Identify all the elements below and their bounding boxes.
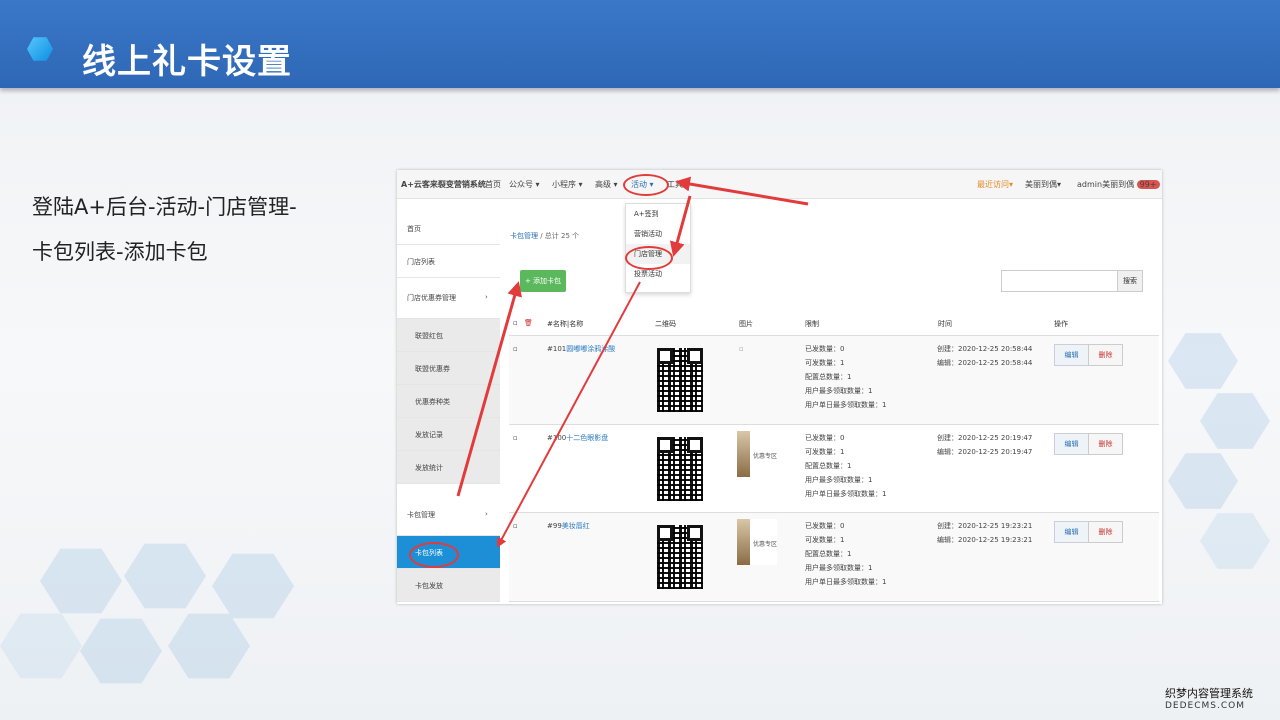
instruction-line: 登陆A+后台-活动-门店管理-	[32, 195, 297, 219]
row-checkbox[interactable]: ▫	[513, 519, 518, 533]
table-row: ▫ #101圆嘟嘟涂鸦涂酸 ▫ 已发数量：0 可发数量：1 配置总数量：1 用户最多领…	[509, 335, 1159, 424]
decor-hexagon	[1168, 333, 1238, 389]
instruction-text: 登陆A+后台-活动-门店管理- 卡包列表-添加卡包	[32, 185, 297, 275]
highlight-ring-activity	[623, 174, 669, 196]
decor-hexagon	[212, 553, 294, 619]
nav-official-account[interactable]: 公众号 ▾	[509, 179, 540, 190]
limit-info: 已发数量：0 可发数量：1 配置总数量：1 用户最多领取数量：1 用户单日最多领取数量：…	[805, 345, 887, 409]
user-name: admin美丽到偶	[1077, 180, 1135, 189]
menu-item-marketing[interactable]: 营销活动	[626, 224, 690, 244]
table-row: ▫ #99美妆唇红 优惠专区 已发数量：0 可发数量：1 配置总数量：1 用户最多领取…	[509, 512, 1159, 602]
search-button[interactable]: 搜索	[1117, 270, 1143, 292]
slide-header: 线上礼卡设置	[0, 0, 1280, 88]
chevron-right-icon: ›	[485, 510, 488, 518]
sidebar-item-coupon-management[interactable]: 门店优惠券管理 ›	[397, 278, 500, 319]
instruction-line: 卡包列表-添加卡包	[32, 240, 208, 264]
decor-hexagon	[0, 613, 82, 679]
limit-info: 已发数量：0 可发数量：1 配置总数量：1 用户最多领取数量：1 用户单日最多领取数量：…	[805, 522, 887, 586]
row-name-link[interactable]: 美妆唇红	[562, 522, 590, 530]
decor-hexagon	[1200, 513, 1270, 569]
highlight-ring-store-management	[625, 246, 673, 270]
time-info: 创建：2020-12-25 20:58:44 编辑：2020-12-25 20:5…	[937, 345, 1033, 367]
delete-button[interactable]: 删除	[1088, 433, 1123, 455]
sidebar-item-issue-stats[interactable]: 发放统计	[397, 451, 500, 484]
slide-title: 线上礼卡设置	[82, 42, 292, 82]
sidebar-item-home[interactable]: 首页	[397, 212, 500, 245]
menu-item-checkin[interactable]: A+签到	[626, 204, 690, 224]
sidebar-item-card-issue[interactable]: 卡包发放	[397, 569, 500, 602]
row-name: #100十二色眼影盘	[547, 434, 609, 442]
row-checkbox[interactable]: ▫	[513, 431, 518, 445]
watermark: 织梦内容管理系统 DEDECMS.COM	[1165, 685, 1277, 711]
recent-visits[interactable]: 最近访问▾	[977, 179, 1013, 190]
sidebar-item-alliance-redpacket[interactable]: 联盟红包	[397, 319, 500, 352]
search-input[interactable]	[1001, 270, 1118, 292]
delete-button[interactable]: 删除	[1088, 344, 1123, 366]
user-menu[interactable]: admin美丽到偶 99+	[1077, 179, 1160, 190]
decor-hexagon	[40, 548, 122, 614]
brand-name[interactable]: A+云客来裂变营销系统	[401, 179, 486, 190]
row-name-link[interactable]: 十二色眼影盘	[566, 434, 608, 442]
trash-icon[interactable]: 🗑	[524, 319, 533, 327]
edit-button[interactable]: 编辑	[1054, 521, 1089, 543]
watermark-line1: 织梦内容管理系统	[1165, 687, 1253, 700]
decor-hexagon	[80, 618, 162, 684]
row-name: #99美妆唇红	[547, 522, 590, 530]
decor-hexagon	[1200, 393, 1270, 449]
chevron-right-icon: ›	[485, 293, 488, 301]
add-card-package-button[interactable]: + 添加卡包	[520, 270, 566, 292]
time-info: 创建：2020-12-25 20:19:47 编辑：2020-12-25 20:1…	[937, 434, 1033, 456]
time-info: 创建：2020-12-25 19:23:21 编辑：2020-12-25 19:2…	[937, 522, 1033, 544]
watermark-line2: DEDECMS.COM	[1165, 701, 1245, 711]
card-image: 优惠专区	[737, 431, 777, 477]
row-checkbox[interactable]: ▫	[513, 342, 518, 356]
qr-code-image	[657, 525, 703, 589]
decor-hexagon	[168, 613, 250, 679]
store-switcher[interactable]: 美丽到偶▾	[1025, 179, 1061, 190]
sidebar-item-card-package[interactable]: 卡包管理 ›	[397, 495, 500, 536]
nav-home[interactable]: 首页	[485, 179, 501, 190]
table-row: ▫ #100十二色眼影盘 优惠专区 已发数量：0 可发数量：1 配置总数量：1 用户最…	[509, 424, 1159, 512]
sidebar-item-coupon-types[interactable]: 优惠券种类	[397, 385, 500, 418]
nav-advanced[interactable]: 高级 ▾	[595, 179, 618, 190]
broken-image-icon: ▫	[739, 345, 744, 353]
notification-badge: 99+	[1136, 180, 1160, 189]
admin-screenshot: A+云客来裂变营销系统 首页 公众号 ▾ 小程序 ▾ 高级 ▾ 活动 ▾ 工具 …	[397, 170, 1162, 604]
decor-hexagon	[124, 543, 206, 609]
breadcrumb-link[interactable]: 卡包管理	[510, 232, 538, 240]
nav-tools[interactable]: 工具	[667, 179, 683, 190]
breadcrumb: 卡包管理 / 总计 25 个	[510, 232, 580, 240]
highlight-ring-card-list	[409, 542, 459, 568]
edit-button[interactable]: 编辑	[1054, 344, 1089, 366]
decor-hexagon	[1168, 453, 1238, 509]
limit-info: 已发数量：0 可发数量：1 配置总数量：1 用户最多领取数量：1 用户单日最多领取数量：…	[805, 434, 887, 498]
row-name-link[interactable]: 圆嘟嘟涂鸦涂酸	[566, 345, 615, 353]
select-all-checkbox[interactable]: ▫	[513, 319, 518, 327]
card-image: 优惠专区	[737, 519, 777, 565]
qr-code-image	[657, 437, 703, 501]
sidebar-item-alliance-coupon[interactable]: 联盟优惠券	[397, 352, 500, 385]
qr-code-image	[657, 348, 703, 412]
edit-button[interactable]: 编辑	[1054, 433, 1089, 455]
sidebar-item-store-list[interactable]: 门店列表	[397, 245, 500, 278]
sidebar-item-issue-records[interactable]: 发放记录	[397, 418, 500, 451]
row-name: #101圆嘟嘟涂鸦涂酸	[547, 345, 616, 353]
top-navbar: A+云客来裂变营销系统 首页 公众号 ▾ 小程序 ▾ 高级 ▾ 活动 ▾ 工具 …	[397, 170, 1162, 199]
delete-button[interactable]: 删除	[1088, 521, 1123, 543]
nav-mini-program[interactable]: 小程序 ▾	[552, 179, 583, 190]
hexagon-bullet-icon	[27, 37, 53, 61]
